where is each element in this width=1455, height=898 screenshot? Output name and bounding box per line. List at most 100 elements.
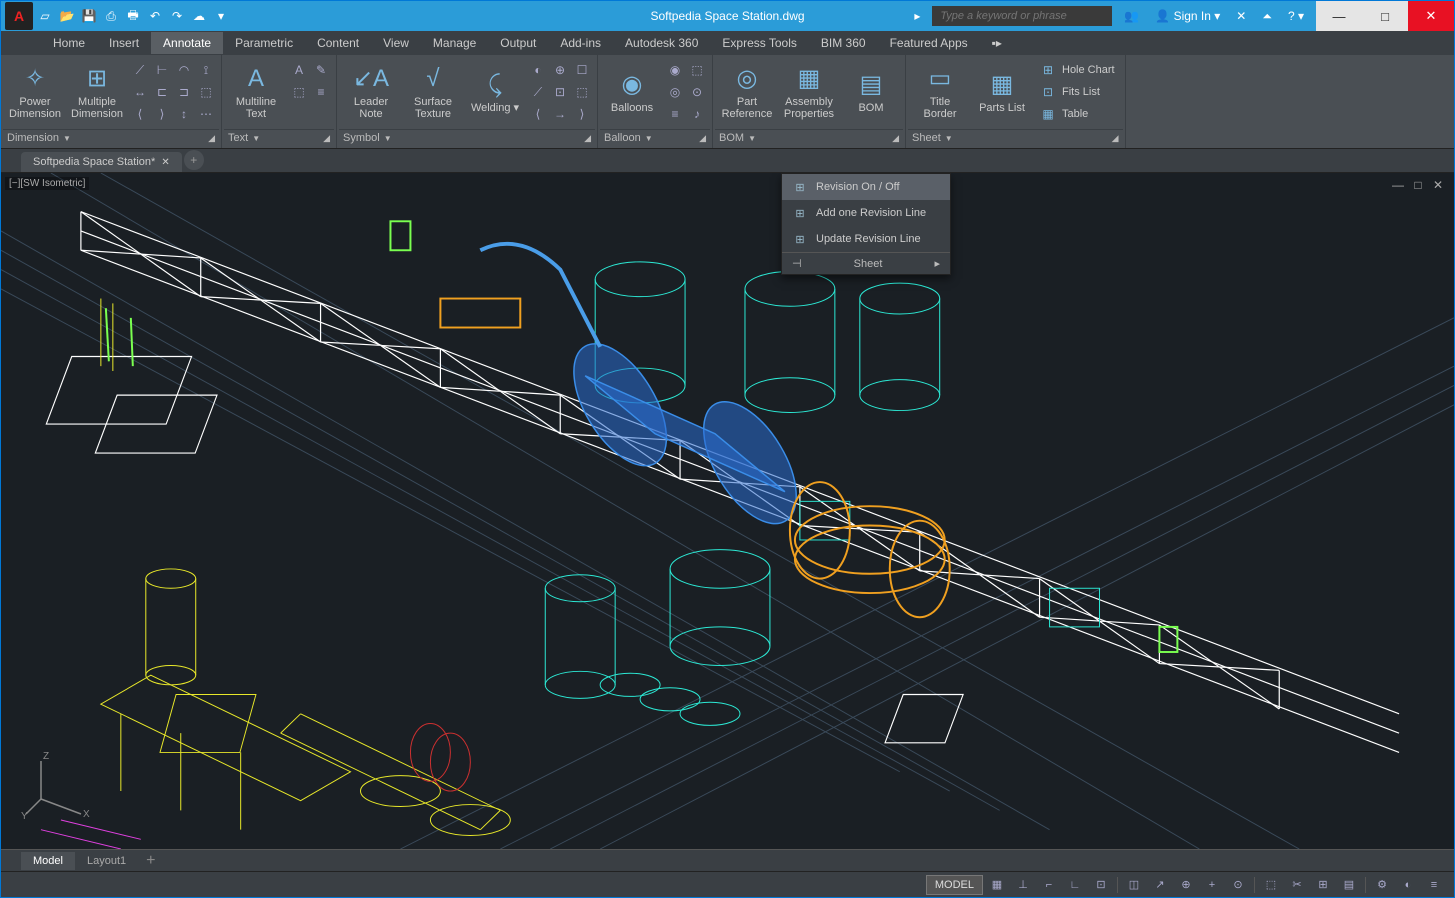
- minimize-button[interactable]: —: [1316, 1, 1362, 31]
- small-tool-icon[interactable]: A: [288, 59, 310, 81]
- panel-label[interactable]: Dimension ▼◢: [3, 129, 219, 146]
- status-button-9[interactable]: ⊙: [1226, 875, 1250, 895]
- delta-icon[interactable]: ⏶: [1258, 9, 1276, 24]
- small-tool-icon[interactable]: ♪: [686, 103, 708, 125]
- small-tool-icon[interactable]: ◠: [173, 59, 195, 81]
- menu-tab-autodesk-360[interactable]: Autodesk 360: [613, 32, 710, 54]
- menu-tab-manage[interactable]: Manage: [421, 32, 488, 54]
- menu-tab-annotate[interactable]: Annotate: [151, 32, 223, 54]
- multiline-text-button[interactable]: AMultiline Text: [226, 59, 286, 127]
- status-button-6[interactable]: ↗: [1148, 875, 1172, 895]
- menu-tab-bim-360[interactable]: BIM 360: [809, 32, 878, 54]
- small-tool-icon[interactable]: →: [549, 103, 571, 125]
- qat-undo-icon[interactable]: ↶: [145, 6, 165, 26]
- menu-tab-output[interactable]: Output: [488, 32, 548, 54]
- status-button-3[interactable]: ∟: [1063, 875, 1087, 895]
- viewport-indicator[interactable]: [−][SW Isometric]: [5, 177, 89, 190]
- status-button-16[interactable]: ≡: [1422, 875, 1446, 895]
- close-button[interactable]: ✕: [1408, 1, 1454, 31]
- qat-redo-icon[interactable]: ↷: [167, 6, 187, 26]
- status-button-12[interactable]: ⊞: [1311, 875, 1335, 895]
- small-tool-icon[interactable]: ⬚: [686, 59, 708, 81]
- panel-label[interactable]: Text ▼◢: [224, 129, 334, 146]
- help-icon[interactable]: ? ▾: [1284, 9, 1308, 23]
- small-tool-icon[interactable]: ⟋: [527, 81, 549, 103]
- status-button-14[interactable]: ⚙: [1370, 875, 1394, 895]
- small-tool-icon[interactable]: ↔: [129, 81, 151, 103]
- viewport-close-icon[interactable]: ✕: [1430, 177, 1446, 193]
- title-border-button[interactable]: ▭Title Border: [910, 59, 970, 127]
- layout-tab-model[interactable]: Model: [21, 852, 75, 870]
- menu-item-update-revision-line[interactable]: ⊞Update Revision Line: [782, 226, 950, 252]
- small-tool-icon[interactable]: ⟩: [571, 103, 593, 125]
- panel-label[interactable]: BOM ▼◢: [715, 129, 903, 146]
- hole-chart-button[interactable]: ⊞Hole Chart: [1034, 59, 1121, 81]
- small-tool-icon[interactable]: ⬚: [195, 81, 217, 103]
- add-tab-button[interactable]: +: [184, 150, 204, 170]
- balloons-button[interactable]: ◉Balloons: [602, 59, 662, 127]
- power-dimension-button[interactable]: ✧Power Dimension: [5, 59, 65, 127]
- small-tool-icon[interactable]: ⟋: [129, 59, 151, 81]
- small-tool-icon[interactable]: ⊐: [173, 81, 195, 103]
- small-tool-icon[interactable]: ◐: [527, 59, 549, 81]
- panel-label[interactable]: Symbol ▼◢: [339, 129, 595, 146]
- status-button-2[interactable]: ⌐: [1037, 875, 1061, 895]
- table-button[interactable]: ▦Table: [1034, 103, 1121, 125]
- small-tool-icon[interactable]: ⋯: [195, 103, 217, 125]
- status-button-10[interactable]: ⬚: [1259, 875, 1283, 895]
- small-tool-icon[interactable]: ◉: [664, 59, 686, 81]
- panel-label[interactable]: Sheet ▼◢: [908, 129, 1123, 146]
- model-space-button[interactable]: MODEL: [926, 875, 983, 895]
- small-tool-icon[interactable]: ⬚: [571, 81, 593, 103]
- small-tool-icon[interactable]: ⊡: [549, 81, 571, 103]
- viewport-minimize-icon[interactable]: —: [1390, 177, 1406, 193]
- surface-texture-button[interactable]: √Surface Texture: [403, 59, 463, 127]
- menu-tab-view[interactable]: View: [371, 32, 421, 54]
- status-button-0[interactable]: ▦: [985, 875, 1009, 895]
- status-button-13[interactable]: ▤: [1337, 875, 1361, 895]
- qat-save-icon[interactable]: 💾: [79, 6, 99, 26]
- menu-overflow-icon[interactable]: ▪▸: [980, 32, 1014, 54]
- status-button-15[interactable]: ◐: [1396, 875, 1420, 895]
- exchange-icon[interactable]: 👥: [1120, 9, 1143, 23]
- expand-icon[interactable]: ▸: [934, 257, 940, 270]
- bom-button[interactable]: ▤BOM: [841, 59, 901, 127]
- menu-tab-content[interactable]: Content: [305, 32, 371, 54]
- small-tool-icon[interactable]: ≡: [310, 81, 332, 103]
- status-button-5[interactable]: ◫: [1122, 875, 1146, 895]
- small-tool-icon[interactable]: ◎: [664, 81, 686, 103]
- small-tool-icon[interactable]: ⬚: [288, 81, 310, 103]
- signin-button[interactable]: 👤 Sign In ▾: [1151, 9, 1224, 23]
- status-button-4[interactable]: ⊡: [1089, 875, 1113, 895]
- menu-item-add-one-revision-line[interactable]: ⊞Add one Revision Line: [782, 200, 950, 226]
- small-tool-icon[interactable]: ⟨: [527, 103, 549, 125]
- app-menu-icon[interactable]: A: [5, 2, 33, 30]
- multiple-dimension-button[interactable]: ⊞Multiple Dimension: [67, 59, 127, 127]
- add-layout-button[interactable]: +: [138, 849, 163, 873]
- menu-item-revision-on-off[interactable]: ⊞Revision On / Off: [782, 174, 950, 200]
- small-tool-icon[interactable]: ✎: [310, 59, 332, 81]
- status-button-8[interactable]: +: [1200, 875, 1224, 895]
- qat-cloud-icon[interactable]: ☁: [189, 6, 209, 26]
- tab-close-icon[interactable]: ✕: [161, 157, 169, 168]
- dropdown-footer[interactable]: ⊣Sheet▸: [782, 252, 950, 274]
- menu-tab-insert[interactable]: Insert: [97, 32, 151, 54]
- small-tool-icon[interactable]: ⊢: [151, 59, 173, 81]
- viewport-maximize-icon[interactable]: □: [1410, 177, 1426, 193]
- small-tool-icon[interactable]: ↕: [173, 103, 195, 125]
- status-button-1[interactable]: ⊥: [1011, 875, 1035, 895]
- status-button-11[interactable]: ✂: [1285, 875, 1309, 895]
- leader-note-button[interactable]: ↙ALeader Note: [341, 59, 401, 127]
- qat-dropdown-icon[interactable]: ▾: [211, 6, 231, 26]
- small-tool-icon[interactable]: ⟟: [195, 59, 217, 81]
- qat-open-icon[interactable]: 📂: [57, 6, 77, 26]
- part-reference-button[interactable]: ◎Part Reference: [717, 59, 777, 127]
- small-tool-icon[interactable]: ⊕: [549, 59, 571, 81]
- drawing-viewport[interactable]: [−][SW Isometric] — □ ✕ ⊞Revision On / O…: [1, 173, 1454, 849]
- menu-tab-express-tools[interactable]: Express Tools: [710, 32, 808, 54]
- menu-tab-parametric[interactable]: Parametric: [223, 32, 305, 54]
- menu-tab-home[interactable]: Home: [41, 32, 97, 54]
- fits-list-button[interactable]: ⊡Fits List: [1034, 81, 1121, 103]
- small-tool-icon[interactable]: ☐: [571, 59, 593, 81]
- small-tool-icon[interactable]: ⊏: [151, 81, 173, 103]
